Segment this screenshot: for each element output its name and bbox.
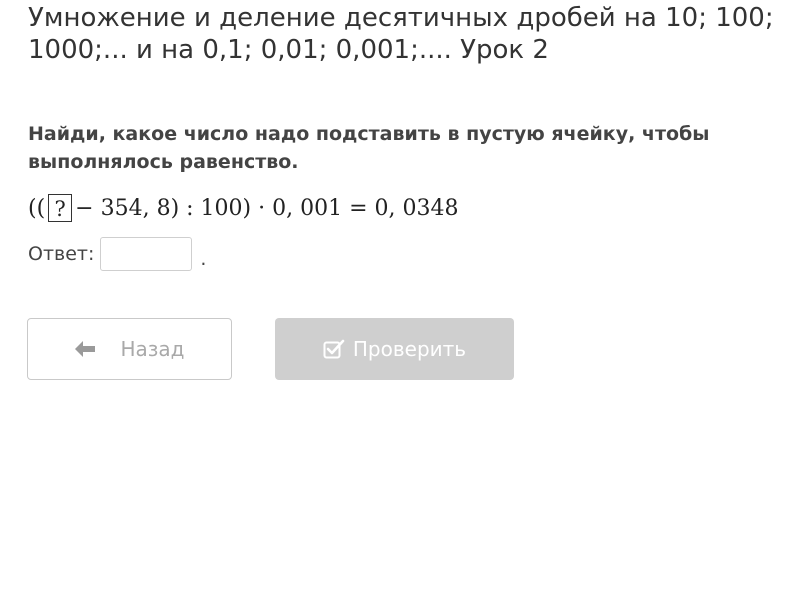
equation-placeholder-cell: ?: [48, 194, 73, 222]
answer-trailing-dot: .: [200, 248, 207, 270]
lesson-title: Умножение и деление десятичных дробей на…: [28, 3, 774, 65]
answer-input[interactable]: [100, 237, 193, 271]
task-instruction: Найди, какое число надо подставить в пус…: [28, 123, 710, 173]
check-button-label: Проверить: [352, 337, 467, 361]
answer-label: Ответ:: [28, 243, 95, 265]
equation: (( ? − 354, 8) : 100) · 0, 001 = 0, 0348: [28, 190, 458, 226]
equation-suffix: − 354, 8) : 100) · 0, 001 = 0, 0348: [75, 195, 459, 221]
equation-prefix: ((: [28, 195, 46, 221]
arrow-left-icon: [75, 341, 96, 357]
back-button[interactable]: Назад: [27, 318, 232, 380]
check-button[interactable]: Проверить: [275, 318, 514, 380]
lesson-page: Умножение и деление десятичных дробей на…: [0, 0, 800, 607]
checkbox-check-icon: [323, 339, 345, 359]
back-button-label: Назад: [120, 337, 185, 361]
answer-row: Ответ: .: [28, 236, 206, 272]
